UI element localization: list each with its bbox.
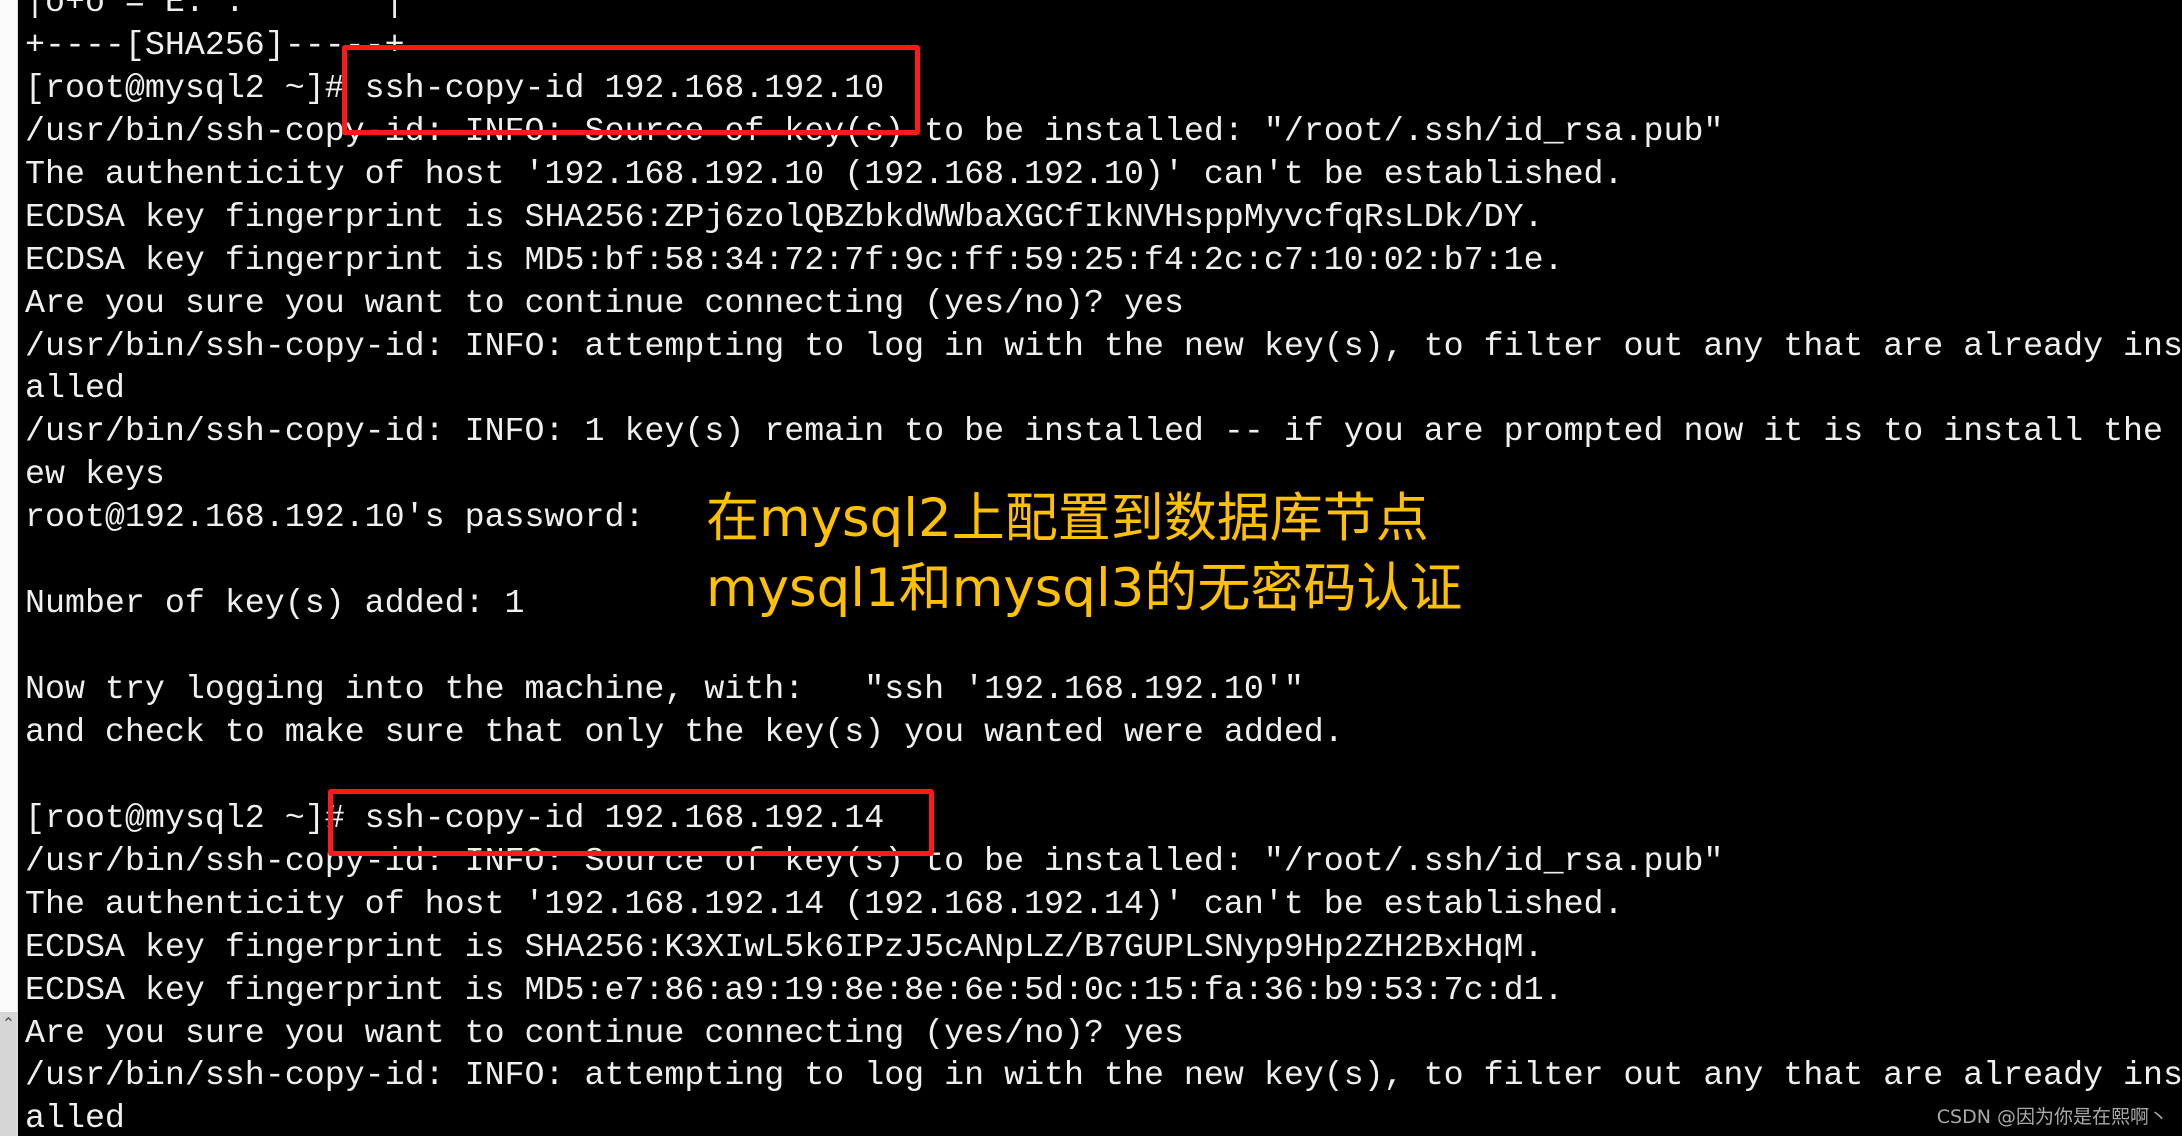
terminal-line: Are you sure you want to continue connec…: [25, 283, 1184, 322]
terminal-line: /usr/bin/ssh-copy-id: INFO: attempting t…: [25, 326, 2182, 365]
terminal-line: ECDSA key fingerprint is SHA256:K3XIwL5k…: [25, 927, 1544, 966]
terminal-line: Are you sure you want to continue connec…: [25, 1013, 1184, 1052]
scrollbar-strip[interactable]: [0, 0, 18, 1136]
terminal-line: |o+o =*E. . |: [25, 0, 405, 21]
annotation-line-2: mysql1和mysql3的无密码认证: [706, 558, 1463, 619]
terminal-line: ECDSA key fingerprint is MD5:e7:86:a9:19…: [25, 970, 1564, 1009]
highlight-box-command-1: [342, 45, 920, 135]
terminal-line: ECDSA key fingerprint is MD5:bf:58:34:72…: [25, 240, 1564, 279]
terminal-line: alled: [25, 369, 125, 408]
terminal-line: Now try logging into the machine, with: …: [25, 670, 1304, 708]
terminal-line: The authenticity of host '192.168.192.10…: [25, 154, 1624, 193]
terminal-line: ECDSA key fingerprint is SHA256:ZPj6zolQ…: [25, 197, 1544, 236]
highlight-box-command-2: [328, 789, 934, 856]
annotation-line-1: 在mysql2上配置到数据库节点: [706, 488, 1429, 549]
watermark: CSDN @因为你是在熙啊丶: [1936, 1106, 2168, 1128]
terminal-line: The authenticity of host '192.168.192.14…: [25, 884, 1624, 923]
chevron-up-icon[interactable]: ⌃: [1, 1014, 16, 1034]
terminal-line: and check to make sure that only the key…: [25, 712, 1344, 751]
terminal-line: /usr/bin/ssh-copy-id: INFO: attempting t…: [25, 1056, 2182, 1095]
terminal-line: alled: [25, 1099, 125, 1136]
terminal-line: /usr/bin/ssh-copy-id: INFO: 1 key(s) rem…: [25, 412, 2182, 451]
